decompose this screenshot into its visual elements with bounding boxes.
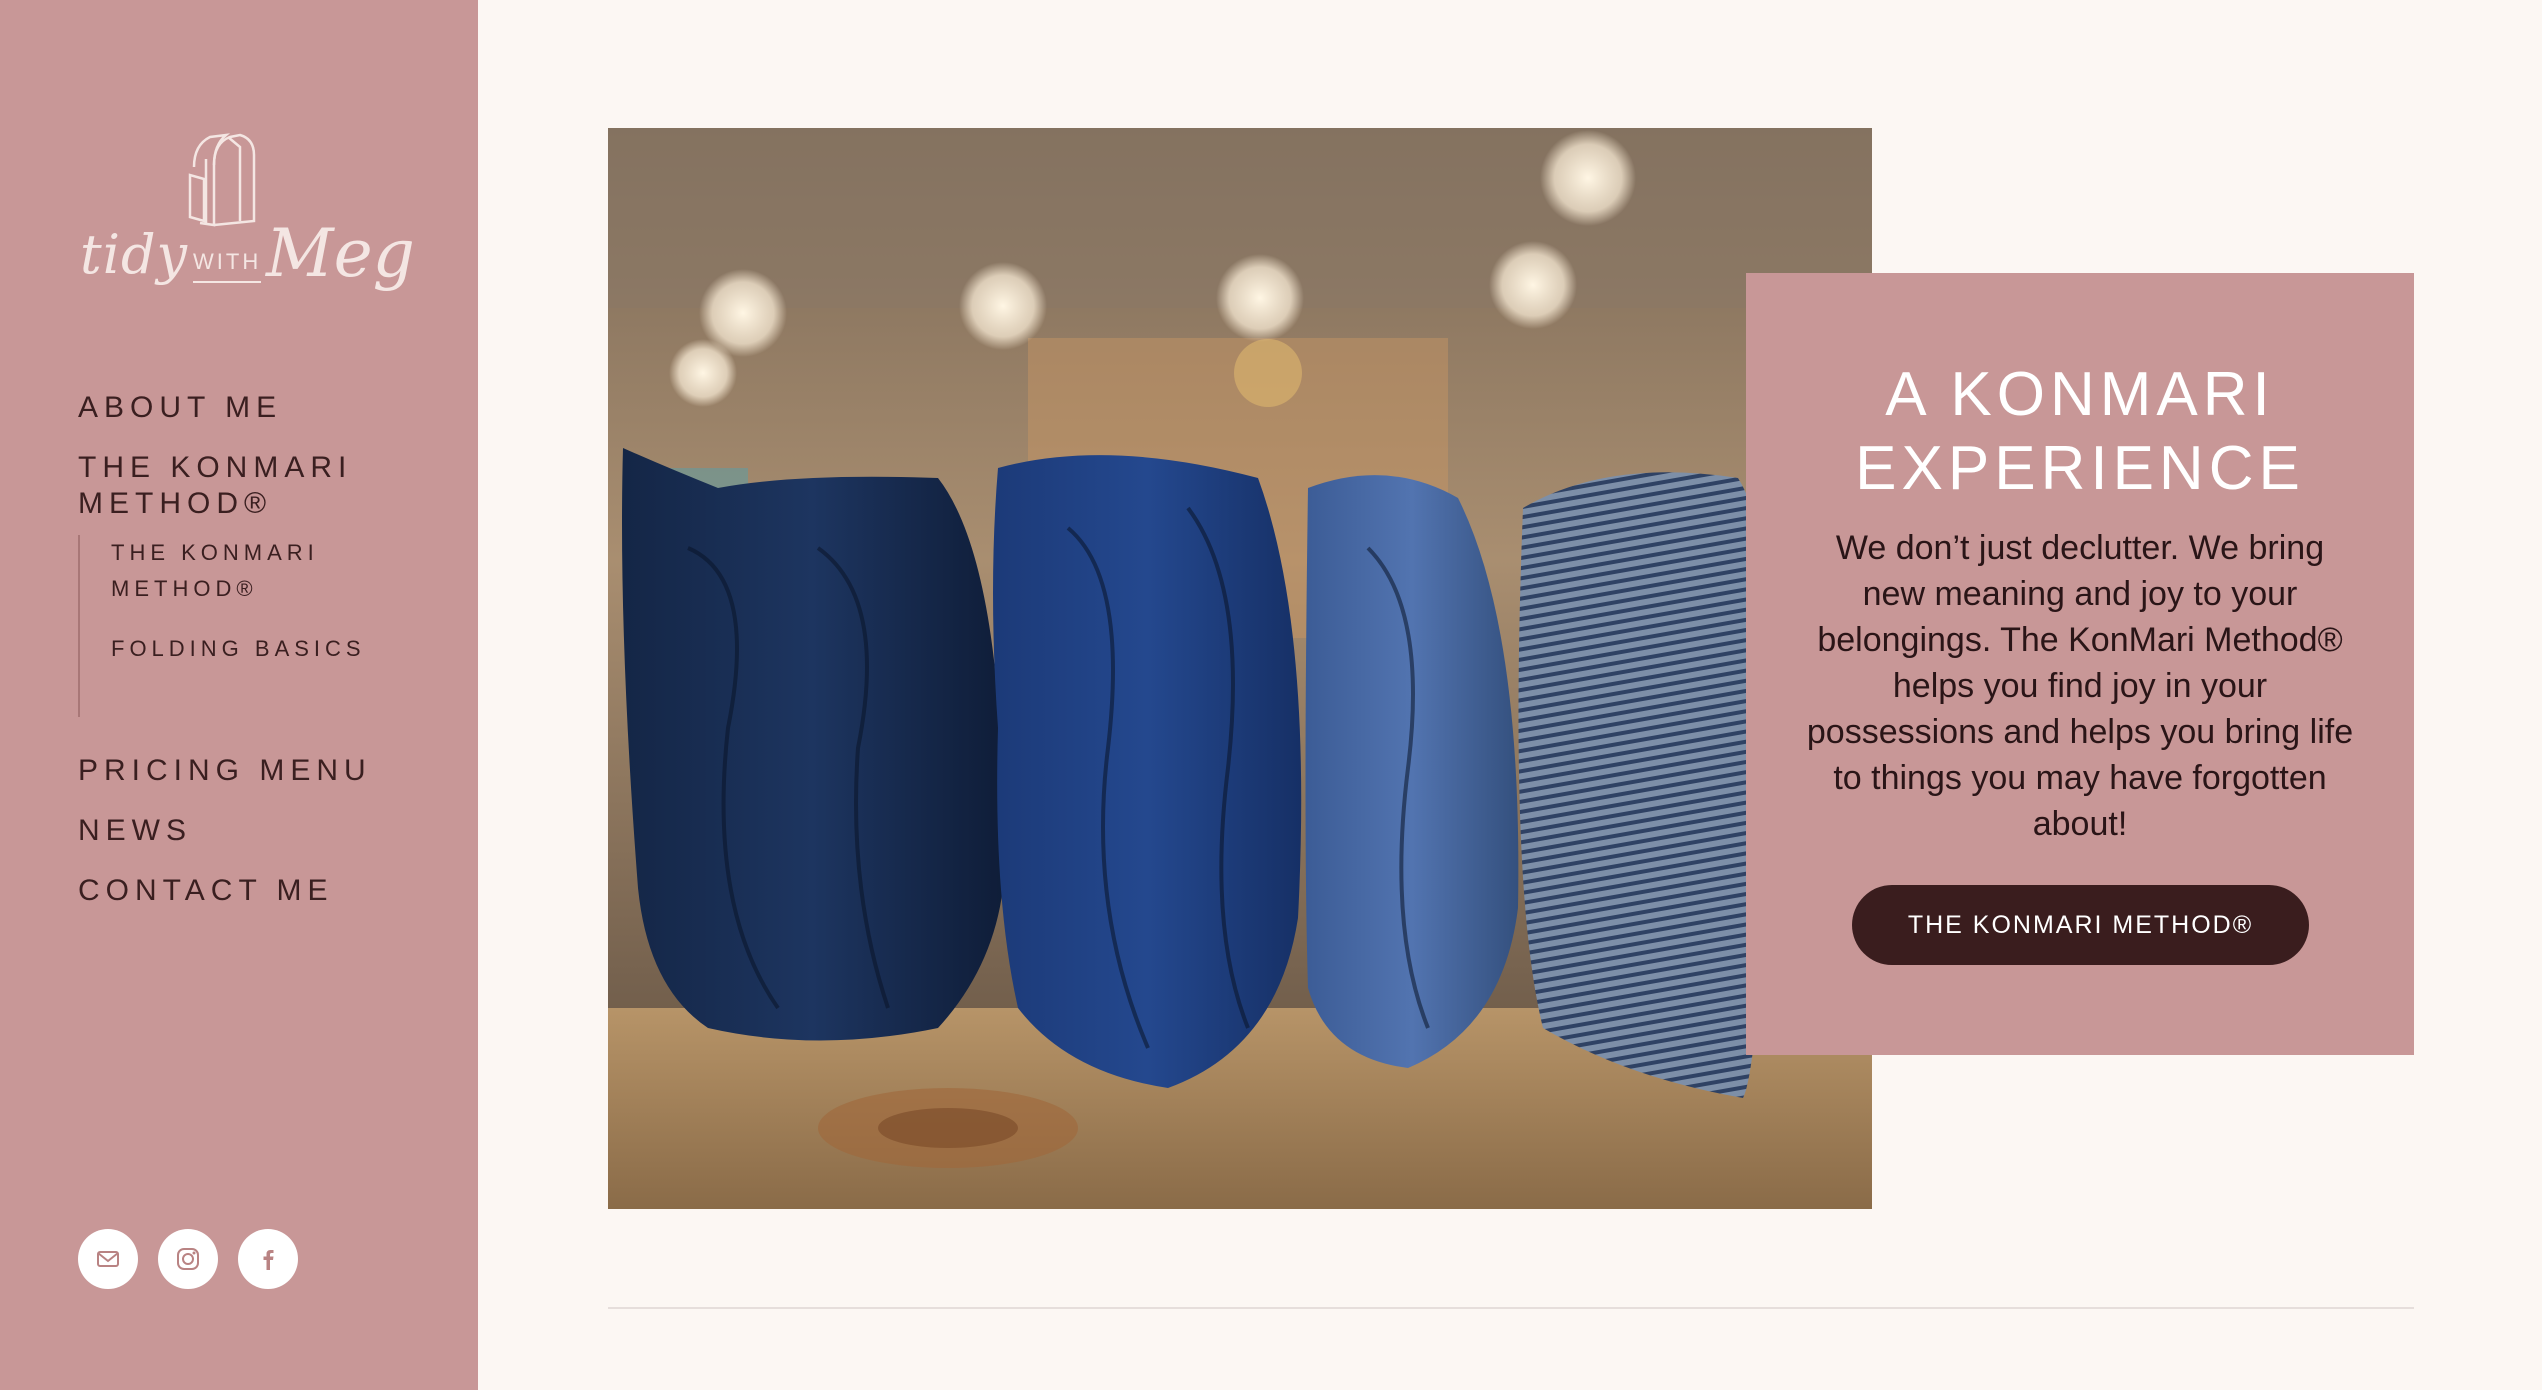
nav-pricing-menu[interactable]: PRICING MENU: [78, 753, 458, 789]
subnav-folding-basics[interactable]: FOLDING BASICS: [111, 631, 401, 667]
card-title: A KONMARI EXPERIENCE: [1855, 360, 2305, 503]
sidebar: tidy WITH Meg ABOUT ME THE KONMARI METHO…: [0, 0, 478, 1390]
facebook-icon: [263, 1250, 274, 1270]
instagram-icon: [177, 1248, 199, 1270]
nav-news[interactable]: NEWS: [78, 813, 458, 849]
konmari-card: A KONMARI EXPERIENCE We don’t just declu…: [1746, 273, 2414, 1055]
mail-icon: [97, 1251, 119, 1267]
logo-name: Meg: [266, 215, 415, 292]
instagram-link[interactable]: [158, 1229, 218, 1289]
site-logo[interactable]: tidy WITH Meg: [80, 125, 415, 325]
folded-jeans-photo: [608, 128, 1872, 1209]
logo-with: WITH: [193, 249, 262, 283]
mail-link[interactable]: [78, 1229, 138, 1289]
facebook-link[interactable]: [238, 1229, 298, 1289]
hero-image: [608, 128, 1872, 1209]
konmari-subnav: THE KONMARI METHOD® FOLDING BASICS: [78, 535, 440, 717]
logo-tidy: tidy: [80, 223, 189, 286]
nav-about-me[interactable]: ABOUT ME: [78, 390, 458, 426]
card-body: We don’t just declutter. We bring new me…: [1806, 529, 2354, 843]
konmari-method-button[interactable]: THE KONMARI METHOD®: [1852, 885, 2309, 965]
subnav-konmari-method[interactable]: THE KONMARI METHOD®: [111, 535, 401, 607]
nav-konmari-method[interactable]: THE KONMARI METHOD®: [78, 450, 438, 522]
section-divider: [608, 1307, 2414, 1309]
nav-contact-me[interactable]: CONTACT ME: [78, 873, 458, 909]
